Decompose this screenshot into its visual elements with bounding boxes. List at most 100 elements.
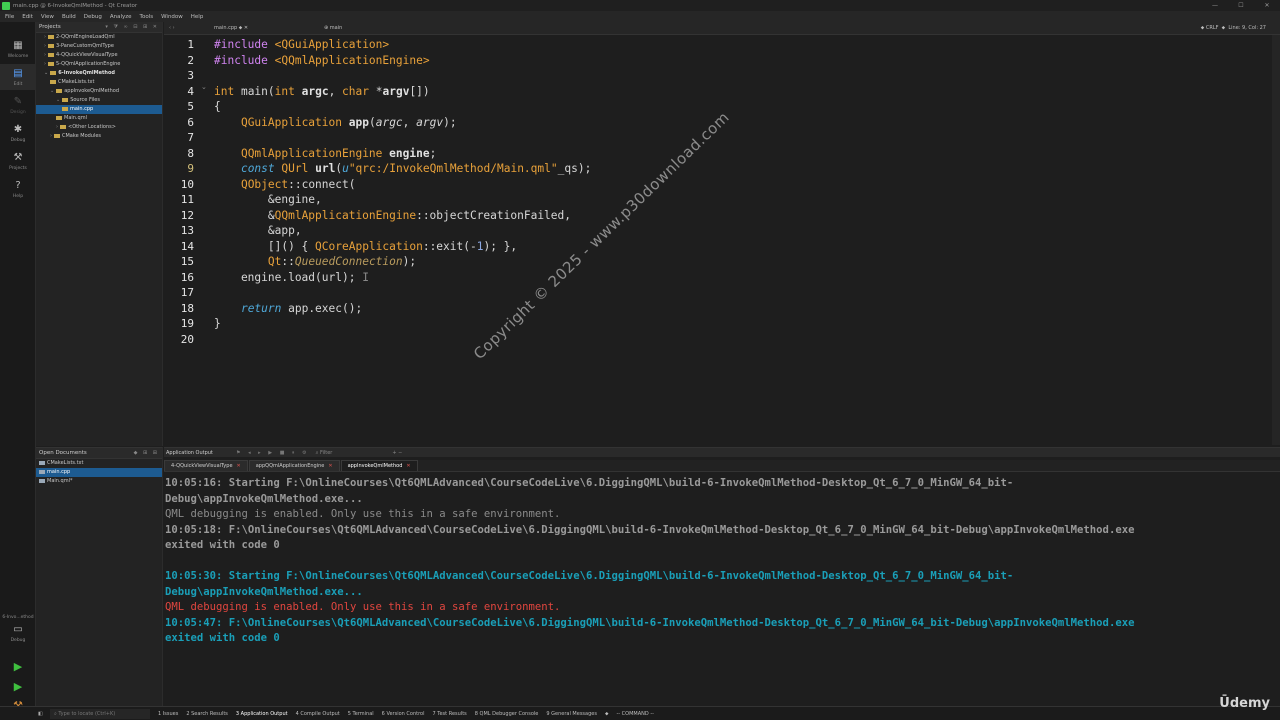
- projects-pane-tools[interactable]: ▾ ⧩ ∞ ⊟ ⊞ ✕: [105, 24, 159, 30]
- output-filter[interactable]: ⌕ Filter: [316, 450, 333, 456]
- expand-arrow-icon[interactable]: ⌄: [44, 70, 48, 76]
- tree-item-label: CMakeLists.txt: [58, 79, 95, 85]
- tree-item-label: Source Files: [70, 97, 100, 103]
- tree-item[interactable]: › CMake Modules: [36, 132, 162, 141]
- mode-projects[interactable]: ⚒ Projects: [0, 148, 36, 174]
- editor-scrollbar[interactable]: [1272, 35, 1280, 445]
- mode-debug[interactable]: ✱ Debug: [0, 120, 36, 146]
- expand-arrow-icon[interactable]: ›: [56, 124, 58, 130]
- expand-arrow-icon[interactable]: ›: [44, 61, 46, 67]
- cursor-position[interactable]: Line: 9, Col: 27: [1228, 25, 1266, 31]
- debug-run-button[interactable]: ▶: [11, 680, 25, 694]
- tree-item[interactable]: Main.qml: [36, 114, 162, 123]
- close-tab-icon[interactable]: ✕: [237, 463, 241, 469]
- status-pane-button[interactable]: 4 Compile Output: [296, 711, 340, 717]
- menu-edit[interactable]: Edit: [22, 14, 33, 20]
- tree-item-label: main.cpp: [70, 106, 94, 112]
- kit-selector[interactable]: 6-Invo...ethod ▭ Debug: [0, 612, 36, 652]
- status-pane-button[interactable]: 9 General Messages: [546, 711, 597, 717]
- close-tab-icon[interactable]: ✕: [328, 463, 332, 469]
- locator-input[interactable]: ⌕ Type to locate (Ctrl+K): [50, 708, 150, 719]
- mode-design[interactable]: ✎ Design: [0, 92, 36, 118]
- project-tree: › 2-QQmlEngineLoadQml › 3-PaneCustomQmlType…: [36, 33, 162, 141]
- status-pane-button[interactable]: 3 Application Output: [236, 711, 288, 717]
- output-tab[interactable]: appQQmlApplicationEngine ✕: [248, 460, 340, 471]
- zoom-controls[interactable]: + −: [392, 450, 402, 456]
- line-number-gutter: 1 2 3 4 5 6 7 8 9 10 11 12 13 14 15 16 17 18 19 20: [164, 37, 198, 347]
- expand-arrow-icon[interactable]: ⌄: [50, 88, 54, 94]
- open-documents-tools[interactable]: ◆ ⊞ ⊞: [134, 450, 159, 456]
- mode-help[interactable]: ? Help: [0, 176, 36, 202]
- output-controls[interactable]: ⚑ ◂ ▸ ▶ ■ ⏸ ⚙: [236, 450, 310, 456]
- maximize-button[interactable]: ☐: [1228, 0, 1254, 11]
- open-document-item[interactable]: CMakeLists.txt: [36, 459, 162, 468]
- mode-welcome[interactable]: ▦ Welcome: [0, 36, 36, 62]
- line-number: 13: [180, 224, 194, 237]
- output-line: exited with code 0: [165, 539, 280, 551]
- minimize-button[interactable]: —: [1202, 0, 1228, 11]
- expand-arrow-icon[interactable]: ›: [44, 52, 46, 58]
- status-pane-button[interactable]: 7 Test Results: [433, 711, 467, 717]
- tree-item-label: 6-InvokeQmlMethod: [58, 70, 115, 76]
- udemy-logo: Ūdemy: [1219, 696, 1270, 711]
- close-button[interactable]: ✕: [1254, 0, 1280, 11]
- menu-view[interactable]: View: [41, 14, 54, 20]
- menu-build[interactable]: Build: [62, 14, 76, 20]
- folder-icon: [62, 97, 69, 102]
- tree-item[interactable]: ⌄ appInvokeQmlMethod: [36, 87, 162, 96]
- symbol-selector[interactable]: ⊕ main: [324, 25, 342, 31]
- vim-mode-indicator: -- COMMAND --: [616, 710, 654, 717]
- expand-arrow-icon[interactable]: ⌄: [56, 97, 60, 103]
- expand-arrow-icon[interactable]: ›: [44, 34, 46, 40]
- tree-item-label: 5-QQmlApplicationEngine: [56, 61, 121, 67]
- play-icon: ▶: [13, 660, 23, 673]
- status-pane-button[interactable]: 1 Issues: [158, 711, 178, 717]
- more-panes-icon[interactable]: ⬥: [605, 711, 609, 717]
- expand-arrow-icon[interactable]: ›: [44, 43, 46, 49]
- nav-back-forward-icon[interactable]: ‹ ›: [169, 25, 175, 31]
- tree-item[interactable]: › <Other Locations>: [36, 123, 162, 132]
- close-tab-icon[interactable]: ✕: [406, 463, 410, 469]
- output-tab[interactable]: appInvokeQmlMethod ✕: [340, 460, 418, 471]
- application-output[interactable]: 10:05:16: Starting F:\OnlineCourses\Qt6Q…: [164, 474, 1274, 706]
- menu-file[interactable]: File: [5, 14, 14, 20]
- line-number: 15: [180, 255, 194, 268]
- fold-marker-icon[interactable]: ⌄: [201, 83, 207, 91]
- line-number: 16: [180, 270, 194, 284]
- sidebar-toggle-icon[interactable]: ◧: [38, 711, 43, 717]
- line-number: 12: [180, 208, 194, 222]
- menu-tools[interactable]: Tools: [140, 14, 154, 20]
- status-pane-button[interactable]: 8 QML Debugger Console: [475, 711, 539, 717]
- tree-item-label: <Other Locations>: [68, 124, 116, 130]
- tree-item[interactable]: › 5-QQmlApplicationEngine: [36, 60, 162, 69]
- status-pane-button[interactable]: 5 Terminal: [348, 711, 374, 717]
- tree-item[interactable]: › 2-QQmlEngineLoadQml: [36, 33, 162, 42]
- menu-debug[interactable]: Debug: [84, 14, 102, 20]
- output-pane-title[interactable]: Application Output: [166, 450, 236, 456]
- status-pane-button[interactable]: 2 Search Results: [186, 711, 228, 717]
- tree-item[interactable]: ⌄ 6-InvokeQmlMethod: [36, 69, 162, 78]
- tree-item[interactable]: ⌄ Source Files: [36, 96, 162, 105]
- open-document-item[interactable]: Main.qml*: [36, 477, 162, 486]
- open-document-label: Main.qml*: [47, 478, 73, 484]
- output-tab[interactable]: 4-QQuickViewVisualType ✕: [164, 460, 248, 471]
- code-editor[interactable]: 1 2 3 4 5 6 7 8 9 10 11 12 13 14 15 16 17 18 19 20 ⌄ #inclu…: [164, 35, 1272, 445]
- line-number: 11: [180, 193, 194, 206]
- file-selector[interactable]: main.cpp ⬥ ✕: [214, 25, 314, 31]
- code-line: const QUrl url(u"qrc:/InvokeQmlMethod/Ma…: [240, 162, 592, 175]
- menu-help[interactable]: Help: [191, 14, 204, 20]
- line-ending[interactable]: CRLF: [1206, 25, 1219, 31]
- mode-edit[interactable]: ▤ Edit: [0, 64, 36, 90]
- tree-item[interactable]: › 3-PaneCustomQmlType: [36, 42, 162, 51]
- tree-item[interactable]: › 4-QQuickViewVisualType: [36, 51, 162, 60]
- run-button[interactable]: ▶: [11, 660, 25, 674]
- folder-icon: [62, 106, 68, 111]
- menu-window[interactable]: Window: [161, 14, 183, 20]
- tree-item[interactable]: CMakeLists.txt: [36, 78, 162, 87]
- tree-item[interactable]: main.cpp: [36, 105, 162, 114]
- open-document-item[interactable]: main.cpp: [36, 468, 162, 477]
- menu-analyze[interactable]: Analyze: [110, 14, 132, 20]
- status-pane-button[interactable]: 6 Version Control: [382, 711, 425, 717]
- expand-arrow-icon[interactable]: ›: [50, 133, 52, 139]
- output-line: 10:05:47: F:\OnlineCourses\Qt6QMLAdvance…: [165, 616, 1135, 629]
